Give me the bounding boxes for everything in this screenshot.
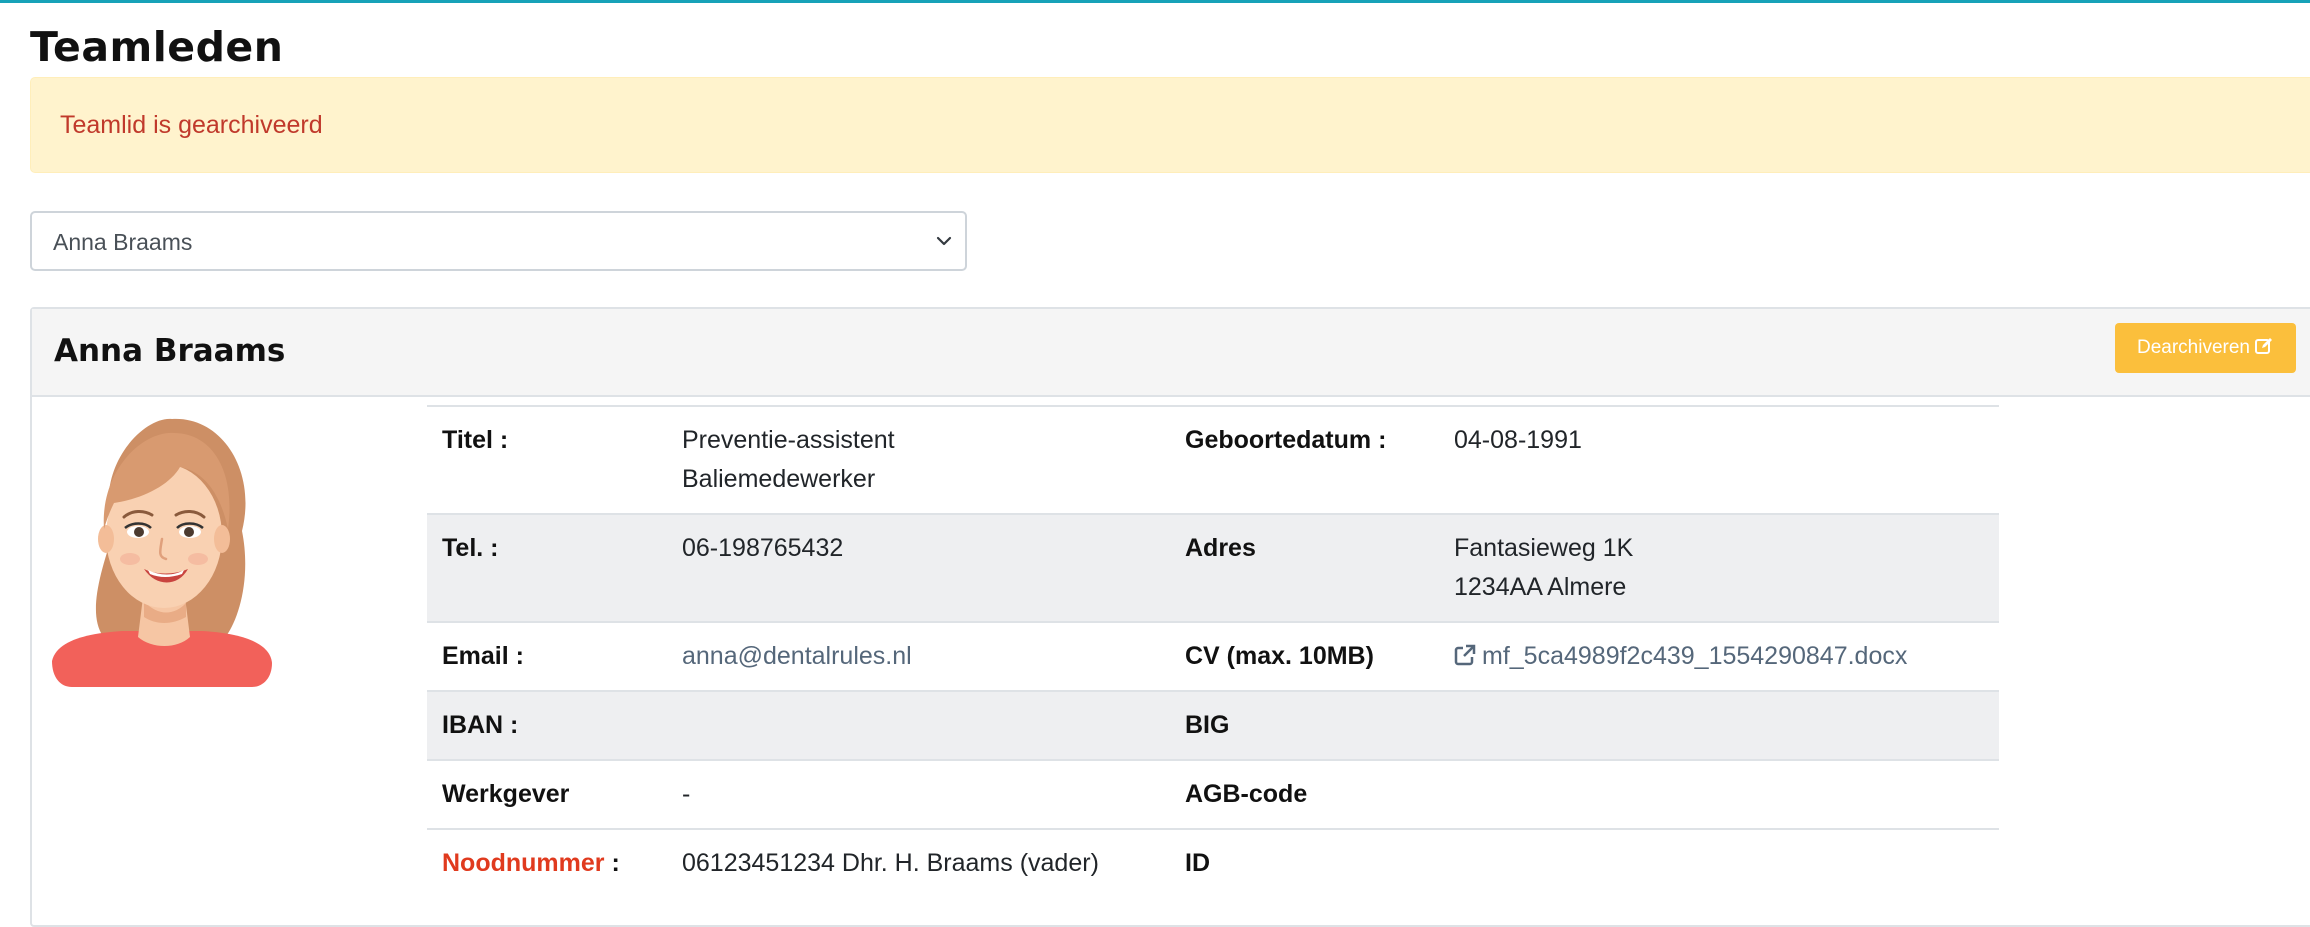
cv-value-cell: mf_5ca4989f2c439_1554290847.docx bbox=[1439, 621, 1999, 691]
adres-line-2: 1234AA Almere bbox=[1454, 573, 1627, 601]
archived-alert: Teamlid is gearchiveerd bbox=[30, 77, 2310, 173]
cv-label: CV (max. 10MB) bbox=[1170, 621, 1439, 691]
titel-value: Preventie-assistent Baliemedewerker bbox=[667, 405, 1170, 514]
geboortedatum-value: 04-08-1991 bbox=[1439, 405, 1999, 514]
titel-line-1: Preventie-assistent bbox=[682, 426, 895, 454]
table-row: Titel : Preventie-assistent Baliemedewer… bbox=[427, 405, 1999, 514]
noodnummer-value: 06123451234 Dhr. H. Braams (vader) bbox=[667, 828, 1170, 897]
adres-line-1: Fantasieweg 1K bbox=[1454, 534, 1634, 562]
external-link-icon bbox=[1454, 644, 1476, 666]
email-value-cell: anna@dentalrules.nl bbox=[667, 621, 1170, 691]
noodnummer-label: Noodnummer bbox=[442, 849, 605, 877]
agb-label: AGB-code bbox=[1170, 759, 1439, 829]
big-label: BIG bbox=[1170, 690, 1439, 760]
member-select[interactable]: Anna Braams bbox=[30, 211, 967, 271]
adres-label: Adres bbox=[1170, 513, 1439, 622]
tel-label: Tel. : bbox=[427, 513, 667, 622]
member-details-table: Titel : Preventie-assistent Baliemedewer… bbox=[427, 405, 1999, 897]
dearchive-label: Dearchiveren bbox=[2137, 337, 2250, 358]
table-row: Noodnummer : 06123451234 Dhr. H. Braams … bbox=[427, 828, 1999, 897]
table-row: Tel. : 06-198765432 Adres Fantasieweg 1K… bbox=[427, 513, 1999, 622]
id-label: ID bbox=[1170, 828, 1439, 897]
adres-value: Fantasieweg 1K 1234AA Almere bbox=[1439, 513, 1999, 622]
noodnummer-colon: : bbox=[604, 849, 620, 877]
dearchive-button[interactable]: Dearchiveren bbox=[2115, 323, 2296, 373]
table-row: Email : anna@dentalrules.nl CV (max. 10M… bbox=[427, 621, 1999, 691]
big-value bbox=[1439, 690, 1999, 760]
titel-line-2: Baliemedewerker bbox=[682, 465, 876, 493]
geboortedatum-label: Geboortedatum : bbox=[1170, 405, 1439, 514]
cv-file-link[interactable]: mf_5ca4989f2c439_1554290847.docx bbox=[1454, 642, 1907, 670]
email-label: Email : bbox=[427, 621, 667, 691]
member-select-value: Anna Braams bbox=[53, 229, 193, 255]
member-card: Anna Braams Dearchiveren Titel: Prevent… bbox=[30, 307, 2310, 927]
titel-label: Titel : bbox=[427, 405, 667, 514]
table-row: IBAN : BIG bbox=[427, 690, 1999, 760]
cv-file-name: mf_5ca4989f2c439_1554290847.docx bbox=[1482, 642, 1908, 670]
iban-label: IBAN : bbox=[427, 690, 667, 760]
page-title: Teamleden bbox=[30, 23, 284, 71]
member-name: Anna Braams bbox=[54, 333, 286, 369]
tel-value: 06-198765432 bbox=[667, 513, 1170, 622]
noodnummer-label-cell: Noodnummer : bbox=[427, 828, 667, 897]
table-row: Werkgever - AGB-code bbox=[427, 759, 1999, 829]
werkgever-value: - bbox=[667, 759, 1170, 829]
card-header: Anna Braams Dearchiveren bbox=[32, 309, 2310, 397]
top-accent-line bbox=[0, 0, 2310, 3]
werkgever-label: Werkgever bbox=[427, 759, 667, 829]
avatar bbox=[52, 418, 272, 687]
iban-value bbox=[667, 690, 1170, 760]
email-link[interactable]: anna@dentalrules.nl bbox=[682, 642, 912, 670]
chevron-down-icon bbox=[936, 236, 952, 246]
id-value bbox=[1439, 828, 1999, 897]
alert-message: Teamlid is gearchiveerd bbox=[60, 111, 323, 139]
edit-icon bbox=[2255, 338, 2272, 354]
agb-value bbox=[1439, 759, 1999, 829]
